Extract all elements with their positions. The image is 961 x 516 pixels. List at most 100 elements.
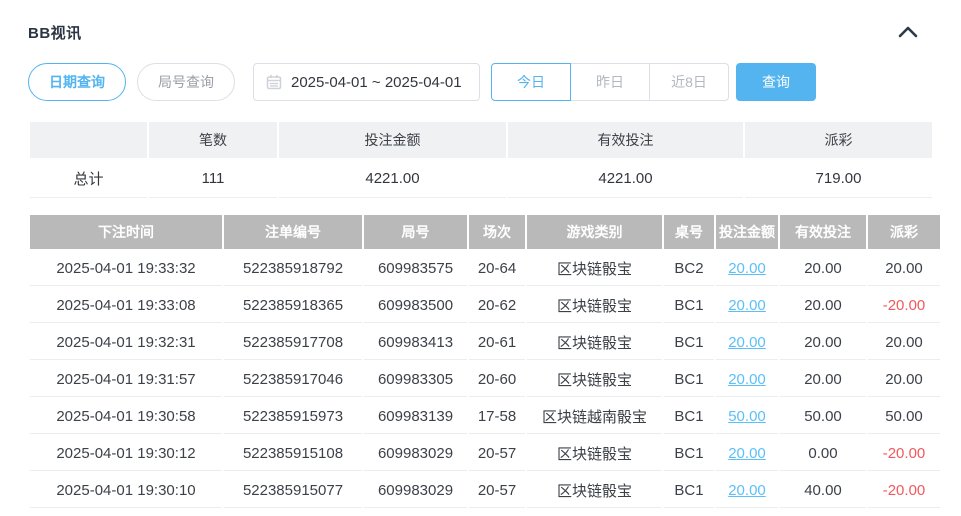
summary-header-valid-bet: 有效投注 [508, 122, 743, 158]
detail-table-body: 2025-04-01 19:33:32 522385918792 6099835… [30, 251, 940, 508]
cell-valid-bet: 50.00 [780, 399, 866, 434]
bb-video-panel: BB视讯 日期查询 局号查询 2025-04-01 ~ 2025-04-01 [0, 0, 922, 510]
summary-header-bet-amount: 投注金额 [279, 122, 506, 158]
cell-game-type: 区块链骰宝 [527, 325, 662, 360]
detail-header-round: 局号 [364, 215, 467, 249]
cell-payout: 20.00 [868, 251, 940, 286]
cell-round: 609983029 [364, 473, 467, 508]
cell-bet-time: 2025-04-01 19:30:58 [30, 399, 222, 434]
cell-game-type: 区块链骰宝 [527, 251, 662, 286]
cell-session: 20-60 [469, 362, 525, 397]
cell-bet-time: 2025-04-01 19:30:12 [30, 436, 222, 471]
search-button[interactable]: 查询 [736, 63, 816, 101]
cell-bet-time: 2025-04-01 19:32:31 [30, 325, 222, 360]
detail-header-table-no: 桌号 [664, 215, 714, 249]
cell-valid-bet: 20.00 [780, 362, 866, 397]
collapse-panel-button[interactable] [897, 22, 919, 42]
calendar-icon [266, 74, 282, 90]
bet-amount-link[interactable]: 20.00 [728, 371, 766, 388]
cell-table-no: BC1 [664, 473, 714, 508]
cell-bet-amount: 20.00 [716, 288, 778, 323]
cell-valid-bet: 40.00 [780, 473, 866, 508]
detail-header-valid-bet: 有效投注 [780, 215, 866, 249]
cell-valid-bet: 20.00 [780, 325, 866, 360]
cell-game-type: 区块链骰宝 [527, 473, 662, 508]
date-range-picker[interactable]: 2025-04-01 ~ 2025-04-01 [253, 63, 480, 101]
chevron-up-icon [897, 25, 919, 39]
query-toolbar: 日期查询 局号查询 2025-04-01 ~ 2025-04-01 今日 昨日 … [28, 63, 922, 101]
cell-bet-amount: 20.00 [716, 325, 778, 360]
cell-session: 20-64 [469, 251, 525, 286]
cell-bet-time: 2025-04-01 19:31:57 [30, 362, 222, 397]
bet-amount-link[interactable]: 20.00 [728, 297, 766, 314]
cell-bet-id: 522385917046 [224, 362, 362, 397]
quick-button-last8days[interactable]: 近8日 [649, 63, 729, 101]
cell-table-no: BC1 [664, 362, 714, 397]
summary-total-payout: 719.00 [745, 160, 932, 198]
cell-bet-amount: 20.00 [716, 251, 778, 286]
detail-header-bet-id: 注单编号 [224, 215, 362, 249]
cell-game-type: 区块链越南骰宝 [527, 399, 662, 434]
cell-table-no: BC2 [664, 251, 714, 286]
quick-range-group: 今日 昨日 近8日 [491, 63, 729, 101]
table-row: 2025-04-01 19:30:12 522385915108 6099830… [30, 436, 940, 471]
table-row: 2025-04-01 19:31:57 522385917046 6099833… [30, 362, 940, 397]
summary-total-label: 总计 [30, 160, 147, 198]
cell-valid-bet: 0.00 [780, 436, 866, 471]
cell-payout: 20.00 [868, 325, 940, 360]
tab-round-query[interactable]: 局号查询 [137, 63, 235, 101]
cell-payout: 20.00 [868, 362, 940, 397]
summary-total-valid-bet: 4221.00 [508, 160, 743, 198]
cell-bet-time: 2025-04-01 19:33:08 [30, 288, 222, 323]
detail-header-row: 下注时间 注单编号 局号 场次 游戏类别 桌号 投注金额 有效投注 派彩 [30, 215, 940, 249]
cell-table-no: BC1 [664, 288, 714, 323]
cell-game-type: 区块链骰宝 [527, 436, 662, 471]
detail-header-payout: 派彩 [868, 215, 940, 249]
tab-date-query[interactable]: 日期查询 [28, 63, 126, 101]
detail-table: 下注时间 注单编号 局号 场次 游戏类别 桌号 投注金额 有效投注 派彩 202… [28, 213, 942, 510]
cell-round: 609983029 [364, 436, 467, 471]
bet-amount-link[interactable]: 50.00 [728, 408, 766, 425]
cell-payout: -20.00 [868, 288, 940, 323]
cell-bet-time: 2025-04-01 19:30:10 [30, 473, 222, 508]
bet-amount-link[interactable]: 20.00 [728, 445, 766, 462]
bet-amount-link[interactable]: 20.00 [728, 334, 766, 351]
cell-bet-id: 522385915077 [224, 473, 362, 508]
cell-valid-bet: 20.00 [780, 251, 866, 286]
bet-amount-link[interactable]: 20.00 [728, 260, 766, 277]
cell-round: 609983305 [364, 362, 467, 397]
summary-table: 笔数 投注金额 有效投注 派彩 总计 111 4221.00 4221.00 7… [28, 120, 934, 200]
cell-table-no: BC1 [664, 436, 714, 471]
cell-payout: -20.00 [868, 473, 940, 508]
summary-header-count: 笔数 [149, 122, 277, 158]
summary-total-row: 总计 111 4221.00 4221.00 719.00 [30, 160, 932, 198]
bet-amount-link[interactable]: 20.00 [728, 482, 766, 499]
cell-bet-id: 522385918792 [224, 251, 362, 286]
table-row: 2025-04-01 19:33:08 522385918365 6099835… [30, 288, 940, 323]
cell-valid-bet: 20.00 [780, 288, 866, 323]
summary-header-payout: 派彩 [745, 122, 932, 158]
cell-table-no: BC1 [664, 399, 714, 434]
cell-bet-id: 522385917708 [224, 325, 362, 360]
cell-round: 609983139 [364, 399, 467, 434]
summary-header-row: 笔数 投注金额 有效投注 派彩 [30, 122, 932, 158]
cell-bet-amount: 20.00 [716, 362, 778, 397]
cell-table-no: BC1 [664, 325, 714, 360]
cell-session: 20-61 [469, 325, 525, 360]
summary-total-count: 111 [149, 160, 277, 198]
cell-bet-amount: 50.00 [716, 399, 778, 434]
panel-title: BB视讯 [28, 22, 82, 43]
panel-header: BB视讯 [28, 22, 922, 42]
cell-bet-id: 522385915108 [224, 436, 362, 471]
table-row: 2025-04-01 19:30:10 522385915077 6099830… [30, 473, 940, 508]
cell-game-type: 区块链骰宝 [527, 362, 662, 397]
quick-button-today[interactable]: 今日 [491, 63, 571, 101]
cell-session: 20-57 [469, 473, 525, 508]
cell-round: 609983575 [364, 251, 467, 286]
cell-bet-id: 522385915973 [224, 399, 362, 434]
detail-header-game: 游戏类别 [527, 215, 662, 249]
quick-button-yesterday[interactable]: 昨日 [570, 63, 650, 101]
cell-bet-amount: 20.00 [716, 436, 778, 471]
cell-session: 20-62 [469, 288, 525, 323]
cell-bet-id: 522385918365 [224, 288, 362, 323]
